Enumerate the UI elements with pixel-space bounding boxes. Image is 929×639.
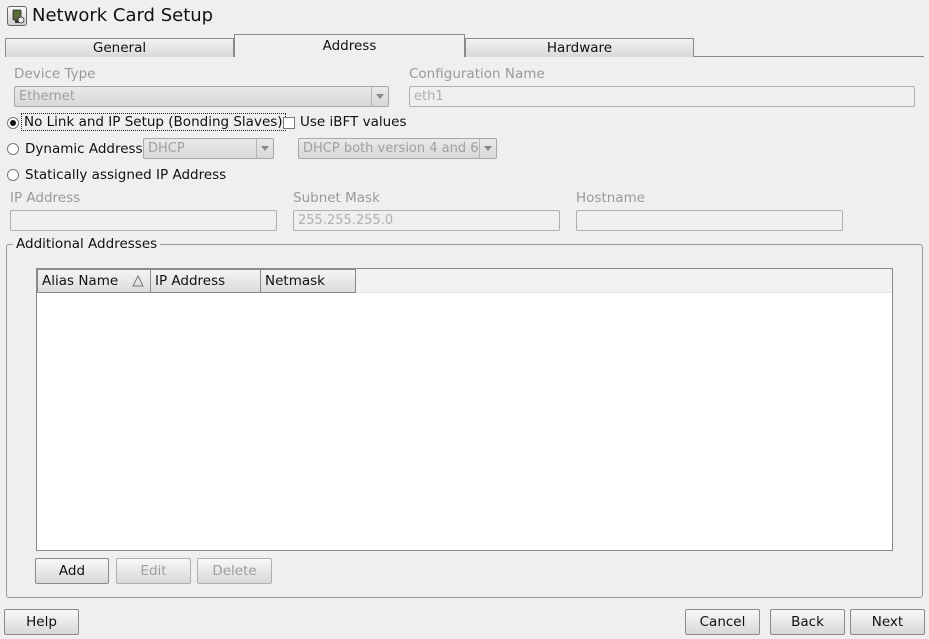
device-type-label: Device Type: [14, 66, 96, 82]
help-button[interactable]: Help: [4, 609, 79, 635]
dhcp-version-combo[interactable]: DHCP both version 4 and 6: [298, 138, 497, 159]
dynamic-address-label[interactable]: Dynamic Address: [25, 141, 143, 157]
add-button-label: Add: [58, 563, 86, 579]
back-button[interactable]: Back: [770, 609, 845, 635]
back-button-label: Back: [791, 614, 824, 630]
additional-addresses-table[interactable]: Alias Name IP Address Netmask: [36, 268, 893, 551]
dynamic-method-combo[interactable]: DHCP: [143, 138, 274, 159]
tab-hardware[interactable]: Hardware: [465, 38, 694, 57]
no-link-radio[interactable]: [7, 117, 19, 129]
dynamic-address-radio[interactable]: [7, 143, 19, 155]
tab-address[interactable]: Address: [234, 34, 465, 58]
additional-addresses-title: Additional Addresses: [13, 236, 161, 252]
cancel-button-label: Cancel: [699, 614, 746, 630]
ibft-label[interactable]: Use iBFT values: [300, 114, 407, 130]
chevron-down-icon: [256, 139, 273, 158]
sort-ascending-icon: [132, 275, 144, 287]
column-header-netmask-label: Netmask: [265, 273, 325, 289]
static-address-label[interactable]: Statically assigned IP Address: [25, 167, 226, 183]
column-header-alias[interactable]: Alias Name: [37, 269, 151, 293]
no-link-label[interactable]: No Link and IP Setup (Bonding Slaves): [21, 113, 286, 131]
tab-general[interactable]: General: [5, 38, 234, 57]
delete-button-label: Delete: [212, 563, 257, 579]
add-button[interactable]: Add: [35, 558, 109, 584]
device-type-value: Ethernet: [19, 89, 75, 104]
hostname-label: Hostname: [576, 190, 646, 206]
column-header-ip[interactable]: IP Address: [150, 269, 261, 293]
column-header-ip-label: IP Address: [155, 273, 226, 289]
tab-address-label: Address: [322, 38, 377, 54]
ip-address-label: IP Address: [10, 190, 81, 206]
dynamic-method-value: DHCP: [148, 141, 185, 156]
ip-address-field[interactable]: [10, 210, 277, 231]
network-card-icon: [7, 6, 27, 26]
help-button-label: Help: [26, 614, 57, 630]
hostname-field[interactable]: [576, 210, 843, 231]
chevron-down-icon: [479, 139, 496, 158]
tab-hardware-label: Hardware: [546, 40, 613, 56]
config-name-value: eth1: [414, 89, 444, 104]
delete-button[interactable]: Delete: [197, 558, 272, 584]
subnet-mask-label: Subnet Mask: [293, 190, 380, 206]
window-title: Network Card Setup: [32, 5, 214, 26]
next-button[interactable]: Next: [850, 609, 925, 635]
subnet-mask-field[interactable]: 255.255.255.0: [293, 210, 560, 231]
subnet-mask-value: 255.255.255.0: [298, 213, 394, 228]
cancel-button[interactable]: Cancel: [685, 609, 760, 635]
next-button-label: Next: [871, 614, 904, 630]
column-header-alias-label: Alias Name: [42, 273, 119, 289]
dhcp-version-value: DHCP both version 4 and 6: [303, 141, 479, 156]
ibft-checkbox[interactable]: [283, 117, 295, 129]
tab-general-label: General: [92, 40, 147, 56]
config-name-field[interactable]: eth1: [409, 86, 915, 107]
edit-button[interactable]: Edit: [116, 558, 191, 584]
config-name-label: Configuration Name: [409, 66, 545, 82]
edit-button-label: Edit: [140, 563, 167, 579]
column-header-netmask[interactable]: Netmask: [260, 269, 356, 293]
chevron-down-icon: [371, 87, 388, 106]
static-address-radio[interactable]: [7, 169, 19, 181]
device-type-combo[interactable]: Ethernet: [14, 86, 389, 107]
